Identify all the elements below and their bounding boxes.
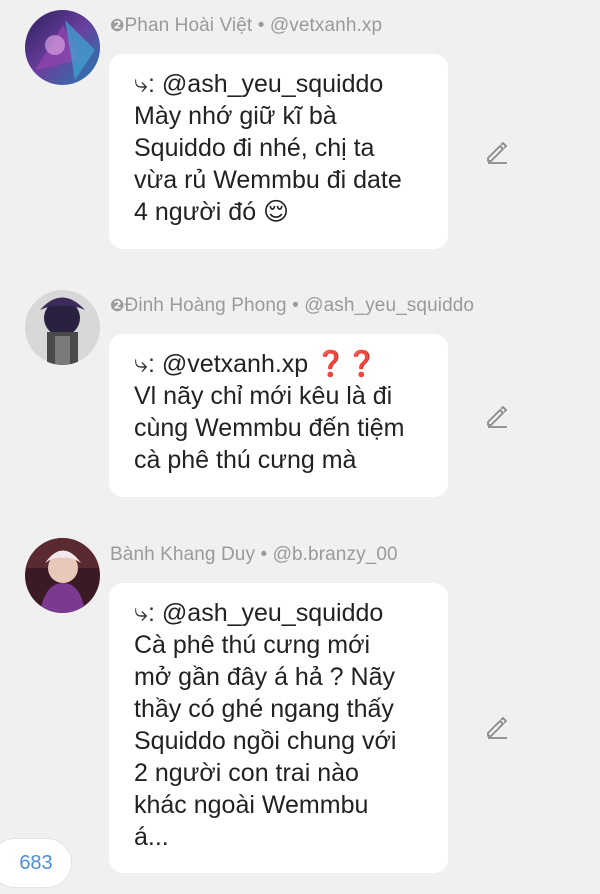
avatar[interactable] (25, 10, 100, 85)
avatar[interactable] (25, 538, 100, 613)
message-line: thầy có ghé ngang thấy (134, 695, 394, 723)
pencil-icon[interactable] (483, 402, 511, 430)
separator-dot: • (260, 544, 268, 565)
reply-reference: ⤷: @vetxanh.xp ❓❓ (134, 348, 428, 380)
reply-target[interactable]: @ash_yeu_squiddo (162, 599, 383, 627)
separator-dot: • (257, 15, 265, 36)
reply-reference: ⤷: @ash_yeu_squiddo (134, 597, 428, 629)
message-line: Vl nãy chỉ mới kêu là đi (134, 382, 393, 410)
message-line: Cà phê thú cưng mới (134, 631, 371, 659)
message-line: khác ngoài Wemmbu (134, 791, 369, 819)
author-name[interactable]: Bành Khang Duy (110, 544, 255, 565)
reply-arrow-icon: ⤷: (134, 350, 155, 378)
message-header: Bành Khang Duy • @b.branzy_00 (110, 544, 398, 566)
avatar-user-icon (25, 10, 100, 85)
message-line: cà phê thú cưng mà (134, 446, 357, 474)
reply-arrow-icon: ⤷: (134, 70, 155, 98)
author-name[interactable]: Phan Hoài Việt (125, 15, 253, 36)
separator-dot: • (292, 295, 299, 316)
author-number-badge: ❷ (110, 16, 125, 35)
reply-target[interactable]: @vetxanh.xp (162, 350, 308, 378)
message-line: vừa rủ Wemmbu đi date (134, 166, 402, 194)
message-line: 4 người đó 😌 (134, 198, 290, 226)
message-line: 2 người con trai nào (134, 759, 359, 787)
reply-reference: ⤷: @ash_yeu_squiddo (134, 68, 428, 100)
author-handle[interactable]: @b.branzy_00 (273, 544, 398, 565)
message-line: mở gần đây á hả ? Nãy (134, 663, 395, 691)
message-line: Squiddo ngồi chung với (134, 727, 397, 755)
avatar[interactable] (25, 290, 100, 365)
message-line: Squiddo đi nhé, chị ta (134, 134, 375, 162)
message-count-badge[interactable]: 683 (0, 838, 72, 888)
reply-arrow-icon: ⤷: (134, 599, 155, 627)
author-handle[interactable]: @vetxanh.xp (270, 15, 382, 36)
message-bubble[interactable]: ⤷: @vetxanh.xp ❓❓ Vl nãy chỉ mới kêu là … (109, 334, 448, 497)
avatar-user-icon (25, 538, 100, 613)
pencil-icon[interactable] (483, 713, 511, 741)
pencil-icon[interactable] (483, 138, 511, 166)
author-handle[interactable]: @ash_yeu_squiddo (304, 295, 474, 316)
message-line: cùng Wemmbu đến tiệm (134, 414, 405, 442)
message-line: á... (134, 823, 169, 851)
avatar-user-icon (25, 290, 100, 365)
message-bubble[interactable]: ⤷: @ash_yeu_squiddo Mày nhớ giữ kĩ bà Sq… (109, 54, 448, 249)
message-header: ❷Đinh Hoàng Phong • @ash_yeu_squiddo (110, 295, 474, 317)
message-header: ❷Phan Hoài Việt • @vetxanh.xp (110, 15, 382, 37)
question-emoji: ❓❓ (315, 350, 378, 378)
author-number-badge: ❷ (110, 296, 125, 315)
reply-target[interactable]: @ash_yeu_squiddo (162, 70, 383, 98)
author-name[interactable]: Đinh Hoàng Phong (125, 295, 287, 316)
message-line: Mày nhớ giữ kĩ bà (134, 102, 337, 130)
message-bubble[interactable]: ⤷: @ash_yeu_squiddo Cà phê thú cưng mới … (109, 583, 448, 873)
